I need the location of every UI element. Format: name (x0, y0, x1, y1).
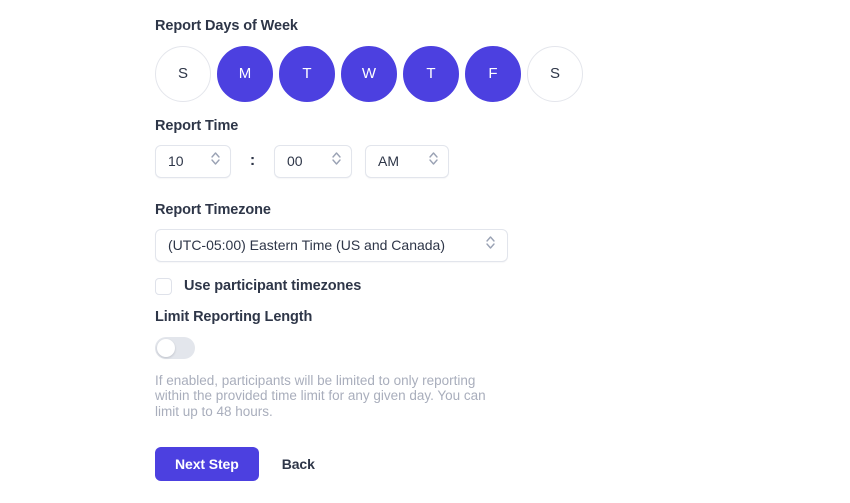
day-toggle-saturday[interactable]: S (527, 45, 583, 102)
report-time-section: Report Time 10 : 00 AM (155, 119, 449, 178)
time-inputs: 10 : 00 AM (155, 144, 449, 178)
minute-stepper[interactable]: 00 (274, 144, 352, 178)
report-days-section: Report Days of Week S M T W T F S (155, 19, 583, 102)
report-timezone-label: Report Timezone (155, 202, 271, 218)
day-toggle-thursday[interactable]: T (403, 45, 459, 102)
participant-timezones-checkbox[interactable] (155, 277, 172, 295)
report-time-label: Report Time (155, 118, 239, 134)
day-label-saturday: S (549, 65, 560, 82)
chevron-up-down-icon[interactable] (331, 150, 342, 172)
day-label-thursday: T (426, 65, 436, 82)
limit-reporting-section: Limit Reporting Length If enabled, parti… (155, 310, 490, 419)
day-label-tuesday: T (302, 65, 312, 82)
chevron-up-down-icon[interactable] (428, 150, 439, 172)
day-toggle-friday[interactable]: F (465, 45, 521, 102)
time-separator: : (249, 152, 256, 169)
limit-reporting-help-text: If enabled, participants will be limited… (155, 372, 486, 419)
day-selector: S M T W T F S (155, 45, 583, 102)
timezone-select[interactable]: (UTC-05:00) Eastern Time (US and Canada) (155, 228, 508, 262)
report-timezone-section: Report Timezone (UTC-05:00) Eastern Time… (155, 203, 508, 295)
day-toggle-sunday[interactable]: S (155, 45, 211, 102)
participant-timezones-label: Use participant timezones (184, 277, 362, 294)
minute-value: 00 (287, 153, 303, 169)
day-label-sunday: S (177, 65, 188, 82)
limit-reporting-label: Limit Reporting Length (155, 309, 313, 325)
limit-reporting-toggle[interactable] (155, 336, 195, 359)
hour-stepper[interactable]: 10 (155, 144, 231, 178)
hour-value: 10 (168, 153, 184, 169)
meridiem-value: AM (378, 153, 399, 169)
next-step-button[interactable]: Next Step (155, 447, 259, 481)
day-toggle-monday[interactable]: M (217, 45, 273, 102)
form-actions: Next Step Back (155, 447, 315, 481)
toggle-knob (157, 338, 175, 357)
chevron-up-down-icon[interactable] (210, 150, 221, 172)
meridiem-stepper[interactable]: AM (365, 144, 449, 178)
chevron-up-down-icon[interactable] (485, 234, 496, 256)
day-label-friday: F (488, 65, 498, 82)
day-toggle-tuesday[interactable]: T (279, 45, 335, 102)
timezone-selected-value: (UTC-05:00) Eastern Time (US and Canada) (168, 237, 445, 253)
report-days-label: Report Days of Week (155, 18, 298, 34)
back-button[interactable]: Back (282, 456, 315, 472)
participant-timezones-row[interactable]: Use participant timezones (155, 277, 508, 295)
day-toggle-wednesday[interactable]: W (341, 45, 397, 102)
day-label-wednesday: W (361, 65, 377, 82)
day-label-monday: M (238, 65, 252, 82)
